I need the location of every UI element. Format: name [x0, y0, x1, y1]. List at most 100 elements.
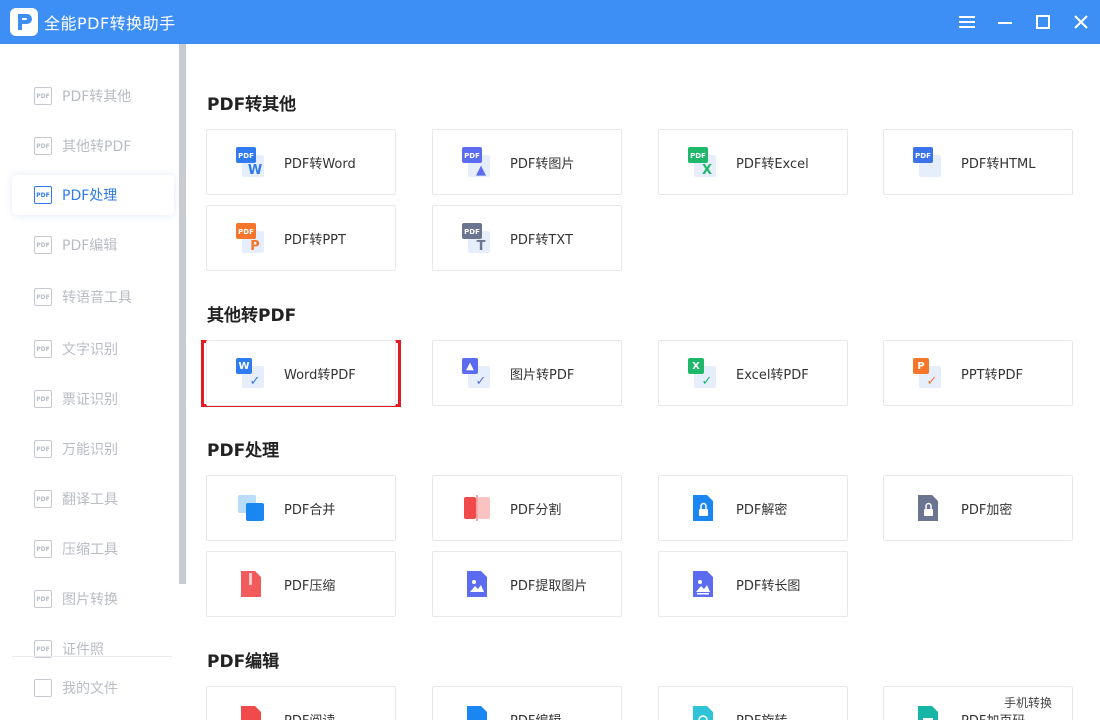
tool-card-label: PDF合并	[284, 502, 336, 518]
svg-text:W: W	[248, 163, 262, 177]
read-icon	[236, 704, 266, 720]
svg-text:X: X	[692, 361, 700, 372]
title-bar: 全能PDF转换助手	[0, 0, 1100, 44]
tool-card[interactable]: PDF解密	[658, 475, 848, 541]
svg-text:▲: ▲	[466, 361, 474, 372]
sidebar-item-label: 我的文件	[62, 681, 118, 697]
svg-text:PDF: PDF	[915, 152, 931, 160]
section-title: PDF编辑	[207, 652, 280, 672]
sidebar-item-3[interactable]: PDF PDF编辑	[12, 225, 174, 265]
tool-card-label: PDF转HTML	[961, 156, 1036, 172]
sidebar-item-label: 万能识别	[62, 442, 118, 458]
tool-card[interactable]: PDF压缩	[206, 551, 396, 617]
svg-text:✓: ✓	[476, 374, 487, 388]
sidebar-item-label: 其他转PDF	[62, 139, 132, 155]
section-title: PDF处理	[207, 441, 280, 461]
mobile-convert-link[interactable]: 手机转换	[1004, 694, 1052, 711]
tool-card-label: PDF解密	[736, 502, 788, 518]
tool-card[interactable]: PDF编辑	[432, 686, 622, 720]
tool-card[interactable]: PDF X PDF转Excel	[658, 129, 848, 195]
tool-card[interactable]: X ✓ Excel转PDF	[658, 340, 848, 406]
sidebar-item-label: PDF编辑	[62, 238, 118, 254]
tool-card-label: Word转PDF	[284, 367, 356, 383]
sidebar-item-5[interactable]: PDF 文字识别	[12, 329, 174, 369]
ticket-icon: PDF	[34, 390, 52, 408]
sidebar-item-10[interactable]: PDF 图片转换	[12, 579, 174, 619]
main-panel: PDF转其他 PDF W PDF转Word PDF ▲ PDF转图片 PDF X…	[186, 44, 1100, 720]
sidebar-item-4[interactable]: PDF 转语音工具	[12, 277, 174, 317]
tool-card-label: PDF提取图片	[510, 578, 588, 594]
tool-card[interactable]: W ✓ Word转PDF	[206, 340, 396, 406]
image-convert-icon: PDF	[34, 590, 52, 608]
sidebar-item-2[interactable]: PDF PDF处理	[12, 175, 174, 215]
tool-card[interactable]: PDF T PDF转TXT	[432, 205, 622, 271]
pdf-doc-icon: PDF	[34, 186, 52, 204]
tool-card-label: PDF压缩	[284, 578, 336, 594]
translate-icon: PDF	[34, 490, 52, 508]
file-convert-icon: W ✓	[236, 358, 266, 389]
tool-card[interactable]: PDF提取图片	[432, 551, 622, 617]
tool-card-label: PDF转Excel	[736, 156, 809, 172]
tool-card-label: PDF编辑	[510, 710, 561, 720]
tool-card-label: PDF转Word	[284, 156, 356, 172]
zip-icon	[236, 569, 266, 599]
file-convert-icon: PDF P	[236, 223, 266, 254]
app-logo-icon	[10, 8, 38, 36]
tool-card[interactable]: P ✓ PPT转PDF	[883, 340, 1073, 406]
tool-card-label: PDF加密	[961, 502, 1013, 518]
sidebar-item-label: 图片转换	[62, 592, 118, 608]
tool-card[interactable]: PDF转长图	[658, 551, 848, 617]
sidebar-scrollbar[interactable]	[179, 44, 186, 584]
sidebar-item-11[interactable]: PDF 证件照	[12, 629, 174, 669]
svg-text:✓: ✓	[927, 374, 938, 388]
maximize-icon[interactable]	[1024, 0, 1062, 44]
sidebar-my-files[interactable]: 我的文件	[12, 668, 174, 708]
pdf-doc-icon: PDF	[34, 137, 52, 155]
lock-icon	[913, 493, 943, 523]
sidebar-item-0[interactable]: PDF PDF转其他	[12, 76, 174, 116]
section-title: PDF转其他	[207, 95, 297, 115]
tool-card-label: PDF转PPT	[284, 232, 346, 248]
svg-text:PDF: PDF	[464, 228, 480, 236]
window-controls	[948, 0, 1100, 44]
sidebar-divider	[12, 656, 172, 657]
file-convert-icon: P ✓	[913, 358, 943, 389]
sidebar-item-8[interactable]: PDF 翻译工具	[12, 479, 174, 519]
tool-card[interactable]: PDF PDF转HTML	[883, 129, 1073, 195]
ocr-icon: PDF	[34, 340, 52, 358]
tool-card[interactable]: PDF合并	[206, 475, 396, 541]
sidebar-item-9[interactable]: PDF 压缩工具	[12, 529, 174, 569]
sidebar-item-label: 压缩工具	[62, 542, 118, 558]
pdf-doc-icon: PDF	[34, 236, 52, 254]
file-convert-icon: PDF ▲	[462, 147, 492, 178]
file-convert-icon: PDF X	[688, 147, 718, 178]
tool-card[interactable]: PDF加密	[883, 475, 1073, 541]
tool-card[interactable]: PDF阅读	[206, 686, 396, 720]
sidebar-item-label: PDF转其他	[62, 89, 132, 105]
tool-card-label: 图片转PDF	[510, 367, 575, 383]
tool-card[interactable]: ▲ ✓ 图片转PDF	[432, 340, 622, 406]
sidebar-item-1[interactable]: PDF 其他转PDF	[12, 126, 174, 166]
svg-text:PDF: PDF	[238, 152, 254, 160]
long-image-icon	[688, 569, 718, 599]
tool-card[interactable]: PDF W PDF转Word	[206, 129, 396, 195]
tool-card[interactable]: PDF P PDF转PPT	[206, 205, 396, 271]
file-convert-icon: X ✓	[688, 358, 718, 389]
compress-icon: PDF	[34, 540, 52, 558]
sidebar-item-label: 文字识别	[62, 342, 118, 358]
tool-card-label: PDF转图片	[510, 156, 575, 172]
tool-card[interactable]: PDF ▲ PDF转图片	[432, 129, 622, 195]
app-title: 全能PDF转换助手	[44, 14, 176, 33]
image-icon	[462, 569, 492, 599]
close-icon[interactable]	[1062, 0, 1100, 44]
minimize-icon[interactable]	[986, 0, 1024, 44]
svg-text:P: P	[250, 239, 260, 253]
tool-card[interactable]: PDF旋转	[658, 686, 848, 720]
sidebar-item-7[interactable]: PDF 万能识别	[12, 429, 174, 469]
menu-icon[interactable]	[948, 0, 986, 44]
sidebar-item-label: 转语音工具	[62, 290, 132, 306]
sidebar-item-6[interactable]: PDF 票证识别	[12, 379, 174, 419]
svg-text:▲: ▲	[476, 163, 486, 177]
tool-card[interactable]: PDF分割	[432, 475, 622, 541]
tool-card-label: Excel转PDF	[736, 367, 809, 383]
